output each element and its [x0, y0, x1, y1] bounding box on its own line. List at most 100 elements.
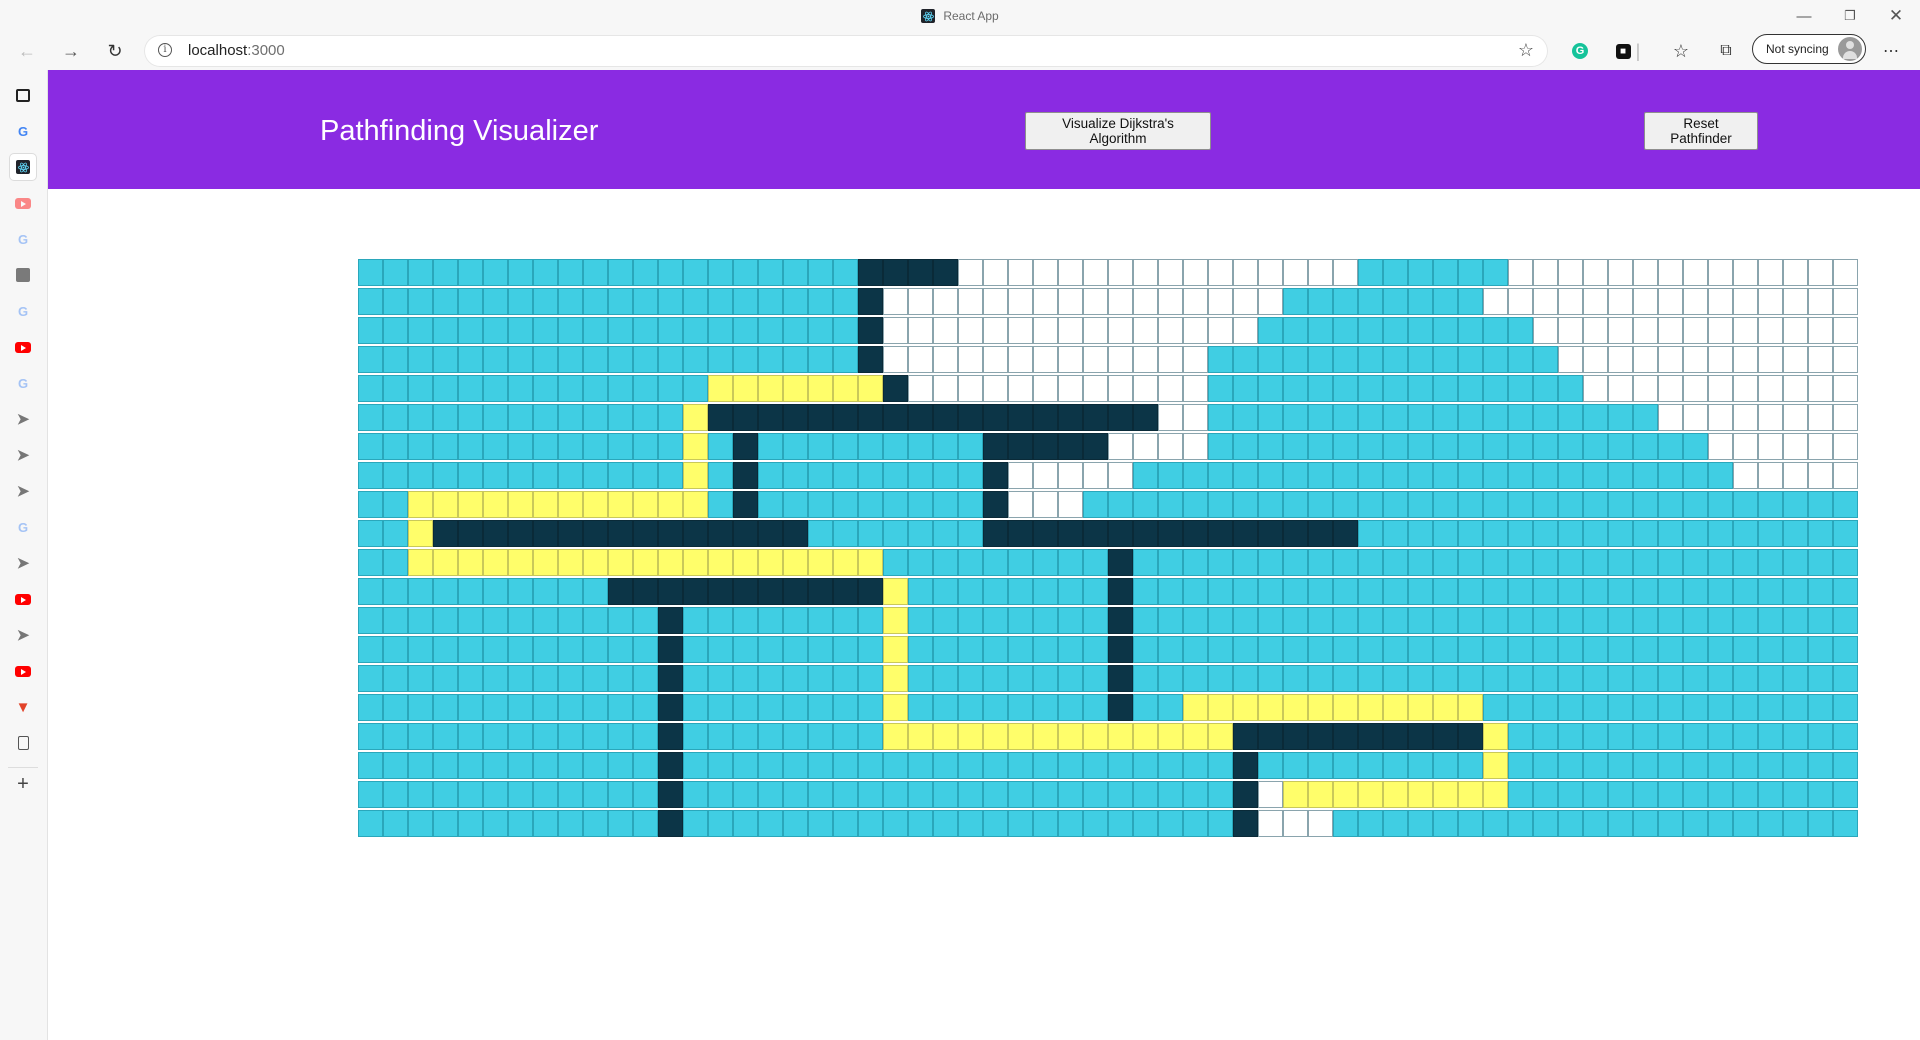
node-wall[interactable] [883, 259, 908, 286]
profile-sync-button[interactable]: Not syncing [1752, 34, 1866, 64]
node-visited[interactable] [1483, 636, 1508, 663]
node-visited[interactable] [633, 636, 658, 663]
node-visited[interactable] [558, 404, 583, 431]
node-visited[interactable] [358, 578, 383, 605]
node-visited[interactable] [383, 375, 408, 402]
node-visited[interactable] [833, 288, 858, 315]
node-visited[interactable] [1058, 665, 1083, 692]
node-visited[interactable] [958, 491, 983, 518]
node-visited[interactable] [358, 607, 383, 634]
node-visited[interactable] [1558, 723, 1583, 750]
node-visited[interactable] [533, 433, 558, 460]
node-wall[interactable] [1058, 404, 1083, 431]
node-visited[interactable] [683, 636, 708, 663]
node-visited[interactable] [1808, 520, 1833, 547]
node-visited[interactable] [408, 665, 433, 692]
node-visited[interactable] [533, 752, 558, 779]
node-visited[interactable] [1658, 607, 1683, 634]
node-visited[interactable] [1408, 549, 1433, 576]
node-wall[interactable] [1158, 520, 1183, 547]
node-unvisited[interactable] [1208, 288, 1233, 315]
node-visited[interactable] [708, 346, 733, 373]
node-unvisited[interactable] [1008, 491, 1033, 518]
node-visited[interactable] [1308, 317, 1333, 344]
node-unvisited[interactable] [1208, 317, 1233, 344]
node-shortest-path[interactable] [958, 723, 983, 750]
node-unvisited[interactable] [1558, 288, 1583, 315]
node-unvisited[interactable] [1758, 375, 1783, 402]
node-visited[interactable] [1033, 810, 1058, 837]
node-visited[interactable] [1583, 636, 1608, 663]
node-visited[interactable] [383, 404, 408, 431]
node-visited[interactable] [383, 549, 408, 576]
node-visited[interactable] [1558, 549, 1583, 576]
node-visited[interactable] [733, 607, 758, 634]
node-visited[interactable] [1833, 752, 1858, 779]
node-unvisited[interactable] [883, 346, 908, 373]
node-visited[interactable] [558, 578, 583, 605]
vscode-icon[interactable] [10, 262, 36, 288]
node-visited[interactable] [1183, 665, 1208, 692]
node-visited[interactable] [1133, 665, 1158, 692]
node-visited[interactable] [433, 404, 458, 431]
node-visited[interactable] [1533, 810, 1558, 837]
node-visited[interactable] [1083, 665, 1108, 692]
node-visited[interactable] [408, 723, 433, 750]
node-visited[interactable] [833, 636, 858, 663]
node-visited[interactable] [1208, 752, 1233, 779]
node-unvisited[interactable] [1133, 317, 1158, 344]
node-visited[interactable] [1833, 694, 1858, 721]
node-visited[interactable] [1333, 491, 1358, 518]
node-wall[interactable] [1183, 520, 1208, 547]
node-shortest-path[interactable] [858, 375, 883, 402]
node-visited[interactable] [708, 781, 733, 808]
node-visited[interactable] [1133, 549, 1158, 576]
node-unvisited[interactable] [1758, 462, 1783, 489]
node-visited[interactable] [1783, 752, 1808, 779]
node-unvisited[interactable] [1108, 433, 1133, 460]
node-wall[interactable] [1358, 723, 1383, 750]
gitlab-icon[interactable]: ▼ [10, 694, 36, 720]
node-visited[interactable] [1733, 781, 1758, 808]
node-visited[interactable] [1558, 375, 1583, 402]
node-visited[interactable] [1433, 317, 1458, 344]
node-visited[interactable] [1533, 636, 1558, 663]
node-visited[interactable] [583, 346, 608, 373]
node-visited[interactable] [358, 288, 383, 315]
node-shortest-path[interactable] [933, 723, 958, 750]
node-unvisited[interactable] [1608, 375, 1633, 402]
node-visited[interactable] [1333, 288, 1358, 315]
node-visited[interactable] [458, 433, 483, 460]
node-visited[interactable] [508, 636, 533, 663]
node-visited[interactable] [458, 694, 483, 721]
node-visited[interactable] [1608, 810, 1633, 837]
node-unvisited[interactable] [1583, 259, 1608, 286]
node-visited[interactable] [1033, 752, 1058, 779]
node-visited[interactable] [1758, 694, 1783, 721]
node-visited[interactable] [1783, 578, 1808, 605]
node-unvisited[interactable] [1258, 781, 1283, 808]
node-visited[interactable] [358, 520, 383, 547]
node-visited[interactable] [608, 259, 633, 286]
node-shortest-path[interactable] [983, 723, 1008, 750]
node-visited[interactable] [1508, 375, 1533, 402]
node-visited[interactable] [1558, 810, 1583, 837]
node-visited[interactable] [733, 694, 758, 721]
node-visited[interactable] [1008, 781, 1033, 808]
node-visited[interactable] [1408, 520, 1433, 547]
node-visited[interactable] [1633, 491, 1658, 518]
node-visited[interactable] [1608, 665, 1633, 692]
node-visited[interactable] [1258, 346, 1283, 373]
node-visited[interactable] [858, 694, 883, 721]
node-visited[interactable] [408, 694, 433, 721]
node-visited[interactable] [1458, 491, 1483, 518]
node-visited[interactable] [433, 752, 458, 779]
node-visited[interactable] [1683, 665, 1708, 692]
node-visited[interactable] [858, 636, 883, 663]
node-visited[interactable] [1783, 694, 1808, 721]
back-arrow-icon[interactable]: ← [12, 36, 42, 66]
node-visited[interactable] [1208, 810, 1233, 837]
node-visited[interactable] [1208, 404, 1233, 431]
node-visited[interactable] [858, 520, 883, 547]
node-shortest-path[interactable] [858, 549, 883, 576]
